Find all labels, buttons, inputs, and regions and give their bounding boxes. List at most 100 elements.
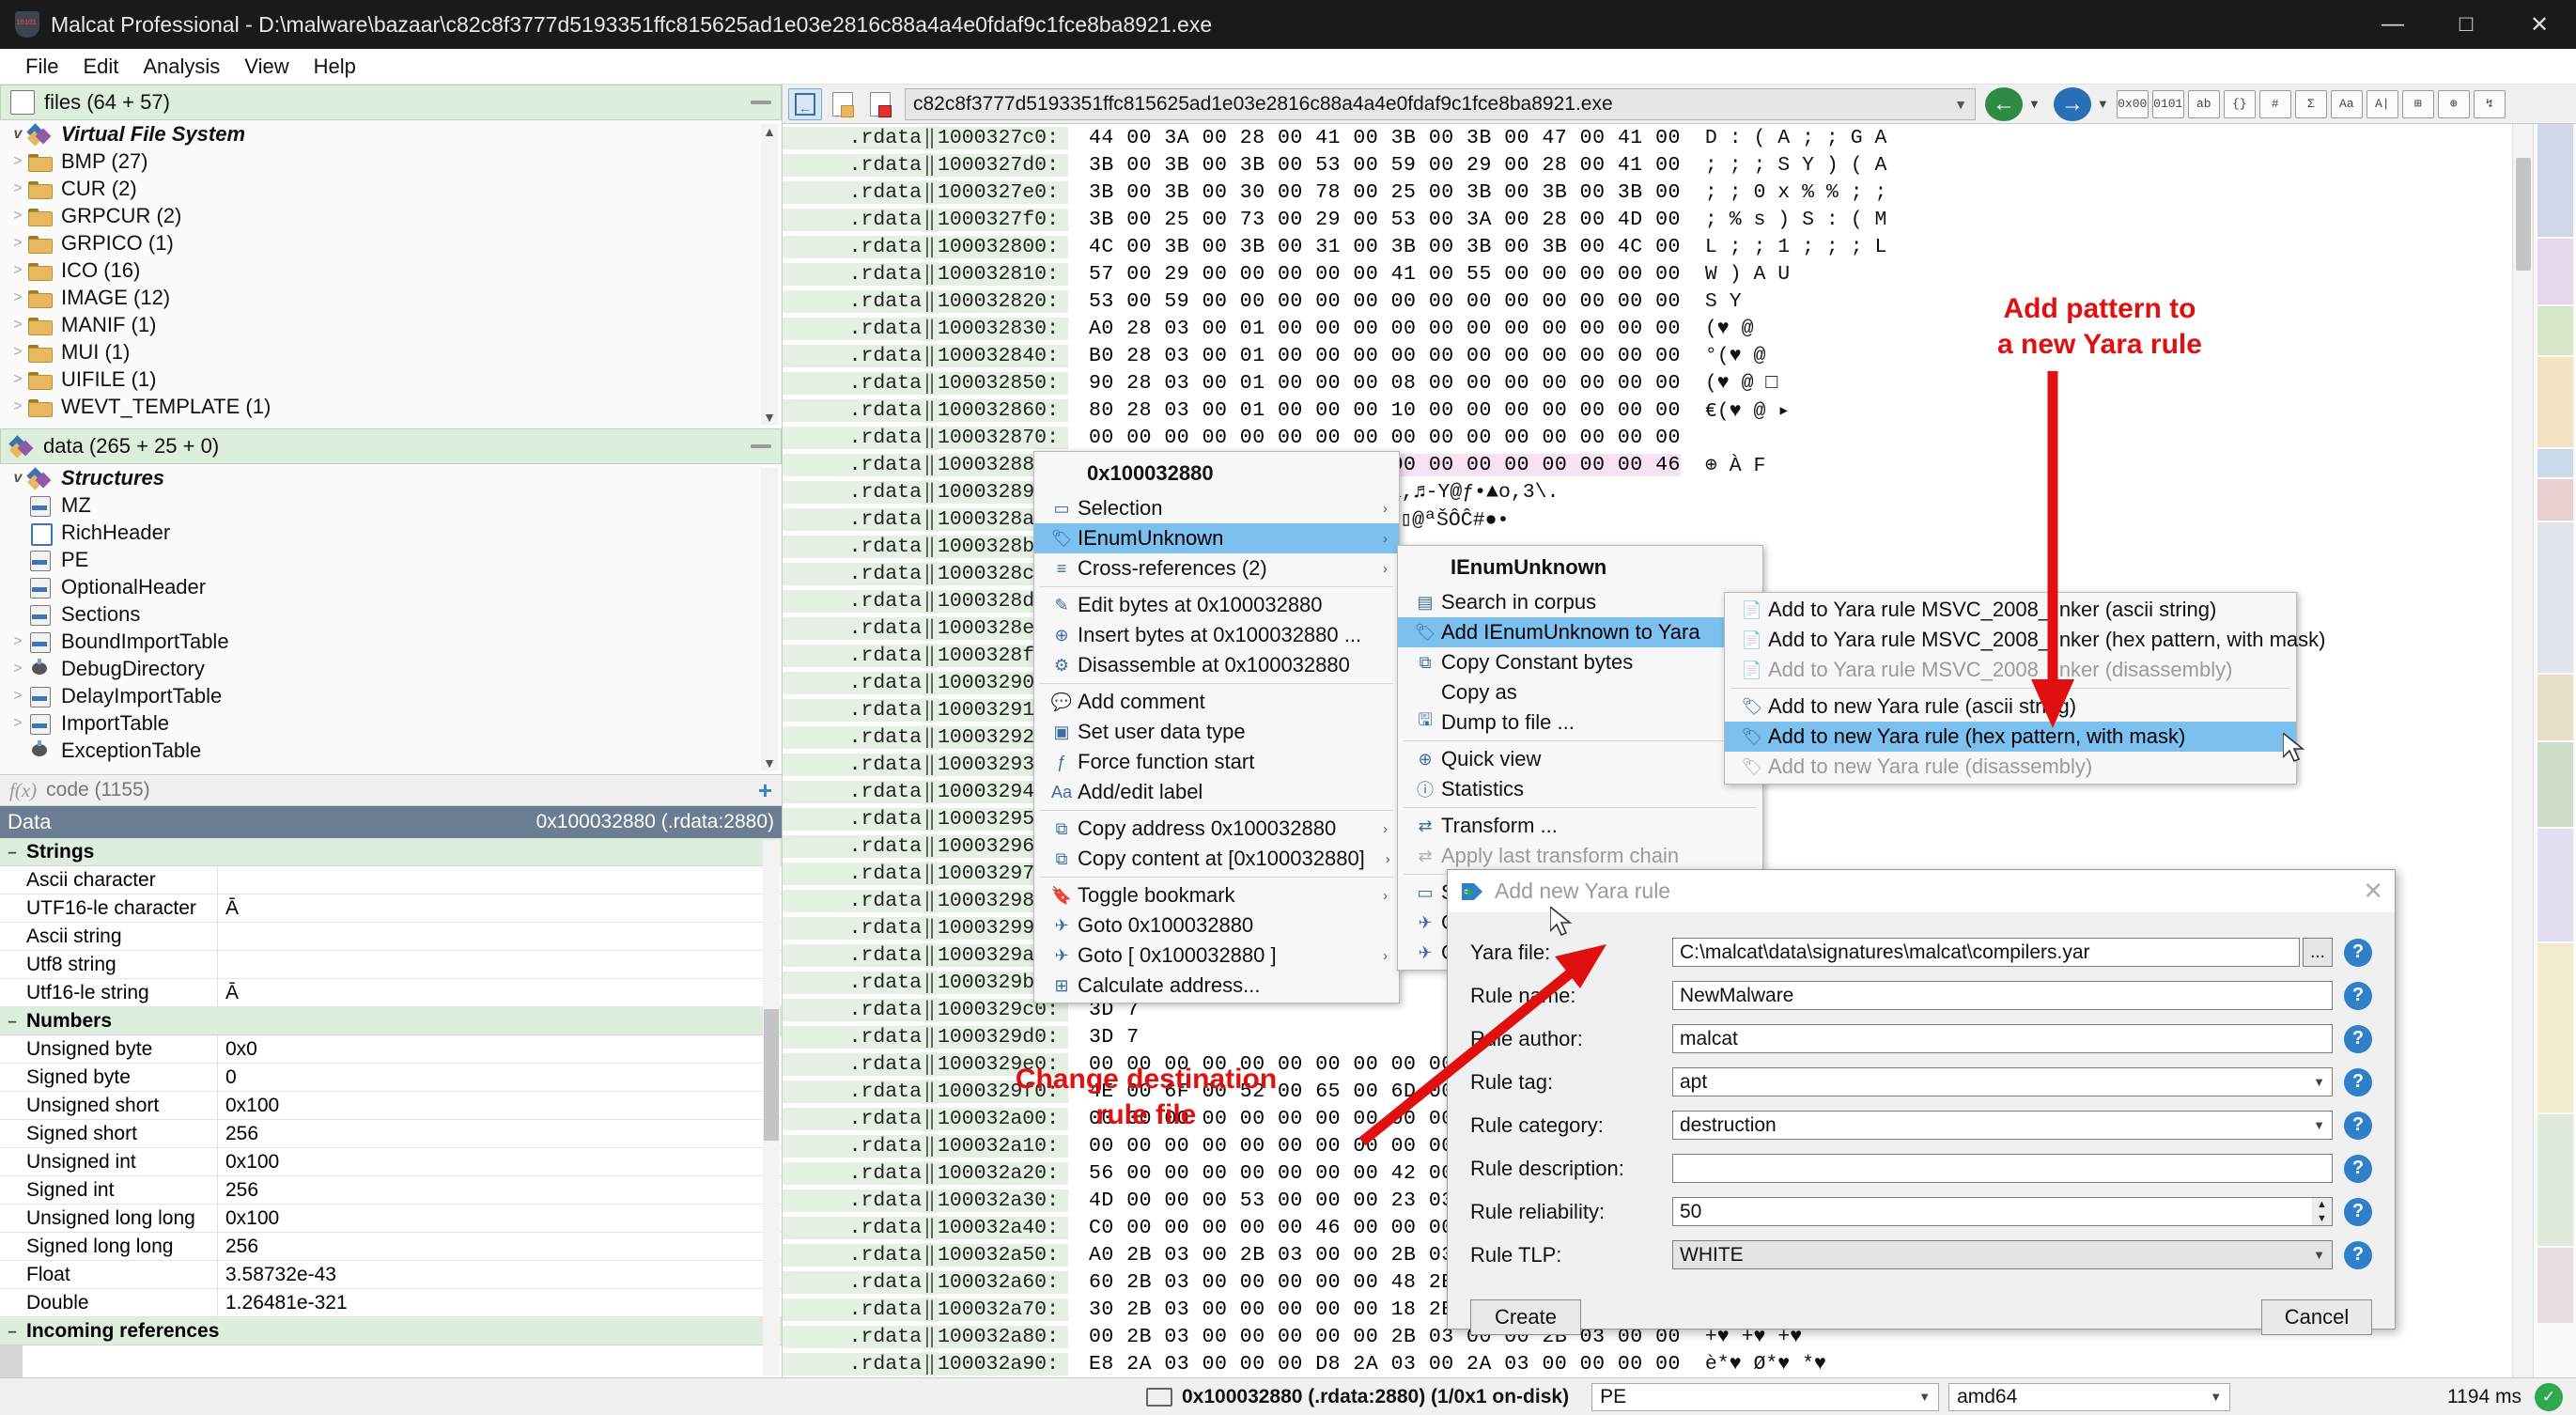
chevron-right-icon[interactable]: > bbox=[8, 180, 28, 197]
tree-item-wevt-template[interactable]: > WEVT_TEMPLATE (1) bbox=[0, 393, 782, 420]
chevron-right-icon[interactable]: > bbox=[8, 153, 28, 170]
menu-item[interactable]: 🏷 Add to new Yara rule (ascii string) bbox=[1725, 692, 2296, 722]
minimize-button[interactable]: — bbox=[2356, 0, 2429, 49]
context-menu-primary[interactable]: 0x100032880 ▭ Selection › 🏷 IEnumUnknown › ≡ Cr… bbox=[1033, 451, 1400, 1003]
menu-item[interactable]: 📄 Add to Yara rule MSVC_2008_linker (hex … bbox=[1725, 625, 2326, 655]
hexview-toolbar-icon-0[interactable]: 0x00 bbox=[2116, 89, 2149, 118]
menu-item[interactable]: ⇄ Transform ... bbox=[1398, 811, 1762, 841]
tree-item-uifile[interactable]: > UIFILE (1) bbox=[0, 365, 782, 393]
structures-tree-scrollbar[interactable]: ▼ bbox=[761, 468, 778, 770]
create-button[interactable]: Create bbox=[1470, 1299, 1581, 1335]
files-collapse-icon[interactable] bbox=[751, 101, 771, 104]
chevron-down-icon[interactable]: v bbox=[8, 470, 28, 487]
close-file-button[interactable] bbox=[863, 88, 897, 120]
collapse-icon[interactable]: – bbox=[2, 1012, 23, 1031]
hexview-toolbar-icon-10[interactable]: ↯ bbox=[2473, 89, 2506, 118]
add-yara-rule-dialog[interactable]: Add new Yara rule ✕ Yara file: C:\malcat… bbox=[1447, 869, 2396, 1335]
add-icon[interactable]: + bbox=[758, 776, 772, 805]
menu-item[interactable]: ⧉ Copy Constant bytes bbox=[1398, 647, 1762, 677]
menu-item[interactable]: 🏷 Add to new Yara rule (hex pattern, with… bbox=[1725, 722, 2296, 752]
chevron-down-icon[interactable]: ▼ bbox=[1954, 97, 1967, 112]
close-icon[interactable]: ✕ bbox=[2363, 877, 2383, 906]
browse-button[interactable]: ... bbox=[2303, 938, 2333, 967]
hex-line[interactable]: .rdata ‖ 100032800: 4C 00 3B 00 3B 00 31 00… bbox=[783, 233, 2512, 260]
forward-dropdown-icon[interactable]: ▼ bbox=[2097, 97, 2109, 111]
inspector-group-incoming-references[interactable]: – Incoming references bbox=[0, 1317, 782, 1345]
rule-category-select[interactable]: destruction ▼ bbox=[1672, 1111, 2333, 1140]
hexview-toolbar-icon-2[interactable]: ab bbox=[2187, 89, 2220, 118]
menu-item[interactable]: ⓘ Statistics bbox=[1398, 774, 1762, 804]
tree-item-optionalheader[interactable]: OptionalHeader bbox=[0, 573, 782, 600]
chevron-right-icon[interactable]: > bbox=[8, 371, 28, 388]
rule-description-input[interactable] bbox=[1672, 1154, 2333, 1183]
menu-item[interactable]: ⊞ Calculate address... bbox=[1034, 971, 1399, 1001]
chevron-right-icon[interactable]: > bbox=[8, 661, 28, 677]
chevron-right-icon[interactable]: > bbox=[8, 235, 28, 252]
tree-item-delayimporttable[interactable]: > DelayImportTable bbox=[0, 682, 782, 709]
menu-help[interactable]: Help bbox=[302, 51, 368, 83]
menu-item[interactable]: ⧉ Copy address 0x100032880 › bbox=[1034, 814, 1399, 844]
menu-item[interactable]: ⧉ Copy content at [0x100032880] › bbox=[1034, 844, 1399, 874]
rule-reliability-input[interactable]: 50 bbox=[1672, 1197, 2312, 1226]
help-icon[interactable]: ? bbox=[2344, 938, 2372, 967]
menu-item[interactable]: Copy as› bbox=[1398, 677, 1762, 708]
menu-edit[interactable]: Edit bbox=[70, 51, 131, 83]
data-panel-header[interactable]: data (265 + 25 + 0) bbox=[0, 428, 782, 464]
hexview-toolbar-icon-4[interactable]: # bbox=[2258, 89, 2291, 118]
chevron-right-icon[interactable]: > bbox=[8, 715, 28, 732]
tree-item-cur[interactable]: > CUR (2) bbox=[0, 175, 782, 202]
cancel-button[interactable]: Cancel bbox=[2261, 1299, 2372, 1335]
tree-item-bmp[interactable]: > BMP (27) bbox=[0, 148, 782, 175]
hexview-toolbar-icon-3[interactable]: {} bbox=[2223, 89, 2256, 118]
hexview-toolbar-icon-1[interactable]: 0101 bbox=[2151, 89, 2184, 118]
menu-item[interactable]: 🖫 Dump to file ... bbox=[1398, 708, 1762, 738]
rule-tlp-select[interactable]: WHITE ▼ bbox=[1672, 1240, 2333, 1269]
tree-item-exceptiontable[interactable]: ExceptionTable bbox=[0, 737, 782, 764]
hexview-toolbar-icon-7[interactable]: A| bbox=[2366, 89, 2398, 118]
forward-nav-button[interactable]: → bbox=[2053, 86, 2091, 121]
help-icon[interactable]: ? bbox=[2344, 1240, 2372, 1269]
hexview-toolbar-icon-9[interactable]: ⊕ bbox=[2437, 89, 2470, 118]
menu-item[interactable]: ⚙ Disassemble at 0x100032880 bbox=[1034, 650, 1399, 680]
close-button[interactable]: ✕ bbox=[2503, 0, 2576, 49]
chevron-down-icon[interactable]: v bbox=[8, 126, 28, 143]
maximize-button[interactable]: □ bbox=[2429, 0, 2503, 49]
help-icon[interactable]: ? bbox=[2344, 1154, 2372, 1183]
stepper-up-icon[interactable]: ▲ bbox=[2312, 1198, 2332, 1212]
rule-tag-select[interactable]: apt ▼ bbox=[1672, 1067, 2333, 1096]
help-icon[interactable]: ? bbox=[2344, 1111, 2372, 1140]
file-path-field[interactable]: c82c8f3777d5193351ffc815625ad1e03e2816c8… bbox=[905, 87, 1976, 120]
tree-item-richheader[interactable]: RichHeader bbox=[0, 519, 782, 546]
help-icon[interactable]: ? bbox=[2344, 981, 2372, 1010]
hexview-toolbar-icon-5[interactable]: Σ bbox=[2294, 89, 2327, 118]
tree-item-structures[interactable]: v Structures bbox=[0, 464, 782, 491]
help-icon[interactable]: ? bbox=[2344, 1197, 2372, 1226]
hex-line[interactable]: .rdata ‖ 1000327e0: 3B 00 3B 00 30 00 78 00… bbox=[783, 179, 2512, 206]
chevron-right-icon[interactable]: > bbox=[8, 208, 28, 225]
hex-scrollbar[interactable] bbox=[2512, 124, 2533, 1377]
yara-file-input[interactable]: C:\malcat\data\signatures\malcat\compile… bbox=[1672, 938, 2300, 967]
tree-item-pe[interactable]: PE bbox=[0, 546, 782, 573]
hex-line[interactable]: .rdata ‖ 100032870: 00 00 00 00 00 00 00 00… bbox=[783, 424, 2512, 451]
menu-file[interactable]: File bbox=[13, 51, 70, 83]
chevron-right-icon[interactable]: > bbox=[8, 398, 28, 415]
menu-view[interactable]: View bbox=[232, 51, 301, 83]
menu-item[interactable]: 🔖 Toggle bookmark › bbox=[1034, 880, 1399, 910]
tree-item-debugdirectory[interactable]: > DebugDirectory bbox=[0, 655, 782, 682]
context-menu-yara[interactable]: 📄 Add to Yara rule MSVC_2008_linker (asci… bbox=[1724, 592, 2326, 785]
collapse-icon[interactable]: – bbox=[2, 1322, 23, 1341]
menu-item[interactable]: ƒ Force function start bbox=[1034, 747, 1399, 777]
inspector-group-strings[interactable]: – Strings bbox=[0, 838, 782, 866]
menu-analysis[interactable]: Analysis bbox=[131, 51, 232, 83]
chevron-right-icon[interactable]: > bbox=[8, 262, 28, 279]
chevron-right-icon[interactable]: > bbox=[8, 688, 28, 705]
menu-item[interactable]: 🏷 IEnumUnknown › bbox=[1034, 523, 1399, 553]
arch-select[interactable]: amd64 ▼ bbox=[1948, 1382, 2231, 1411]
menu-item[interactable]: ⊕ Insert bytes at 0x100032880 ... bbox=[1034, 620, 1399, 650]
tree-item-virtual-file-system[interactable]: v Virtual File System bbox=[0, 120, 782, 148]
menu-item[interactable]: ✈ Goto [ 0x100032880 ] › bbox=[1034, 941, 1399, 971]
chevron-right-icon[interactable]: > bbox=[8, 633, 28, 650]
hexview-toolbar-icon-8[interactable]: ⊞ bbox=[2401, 89, 2434, 118]
help-icon[interactable]: ? bbox=[2344, 1024, 2372, 1053]
structures-tree[interactable]: v Structures MZ RichHeader PE OptionalHe… bbox=[0, 464, 782, 774]
